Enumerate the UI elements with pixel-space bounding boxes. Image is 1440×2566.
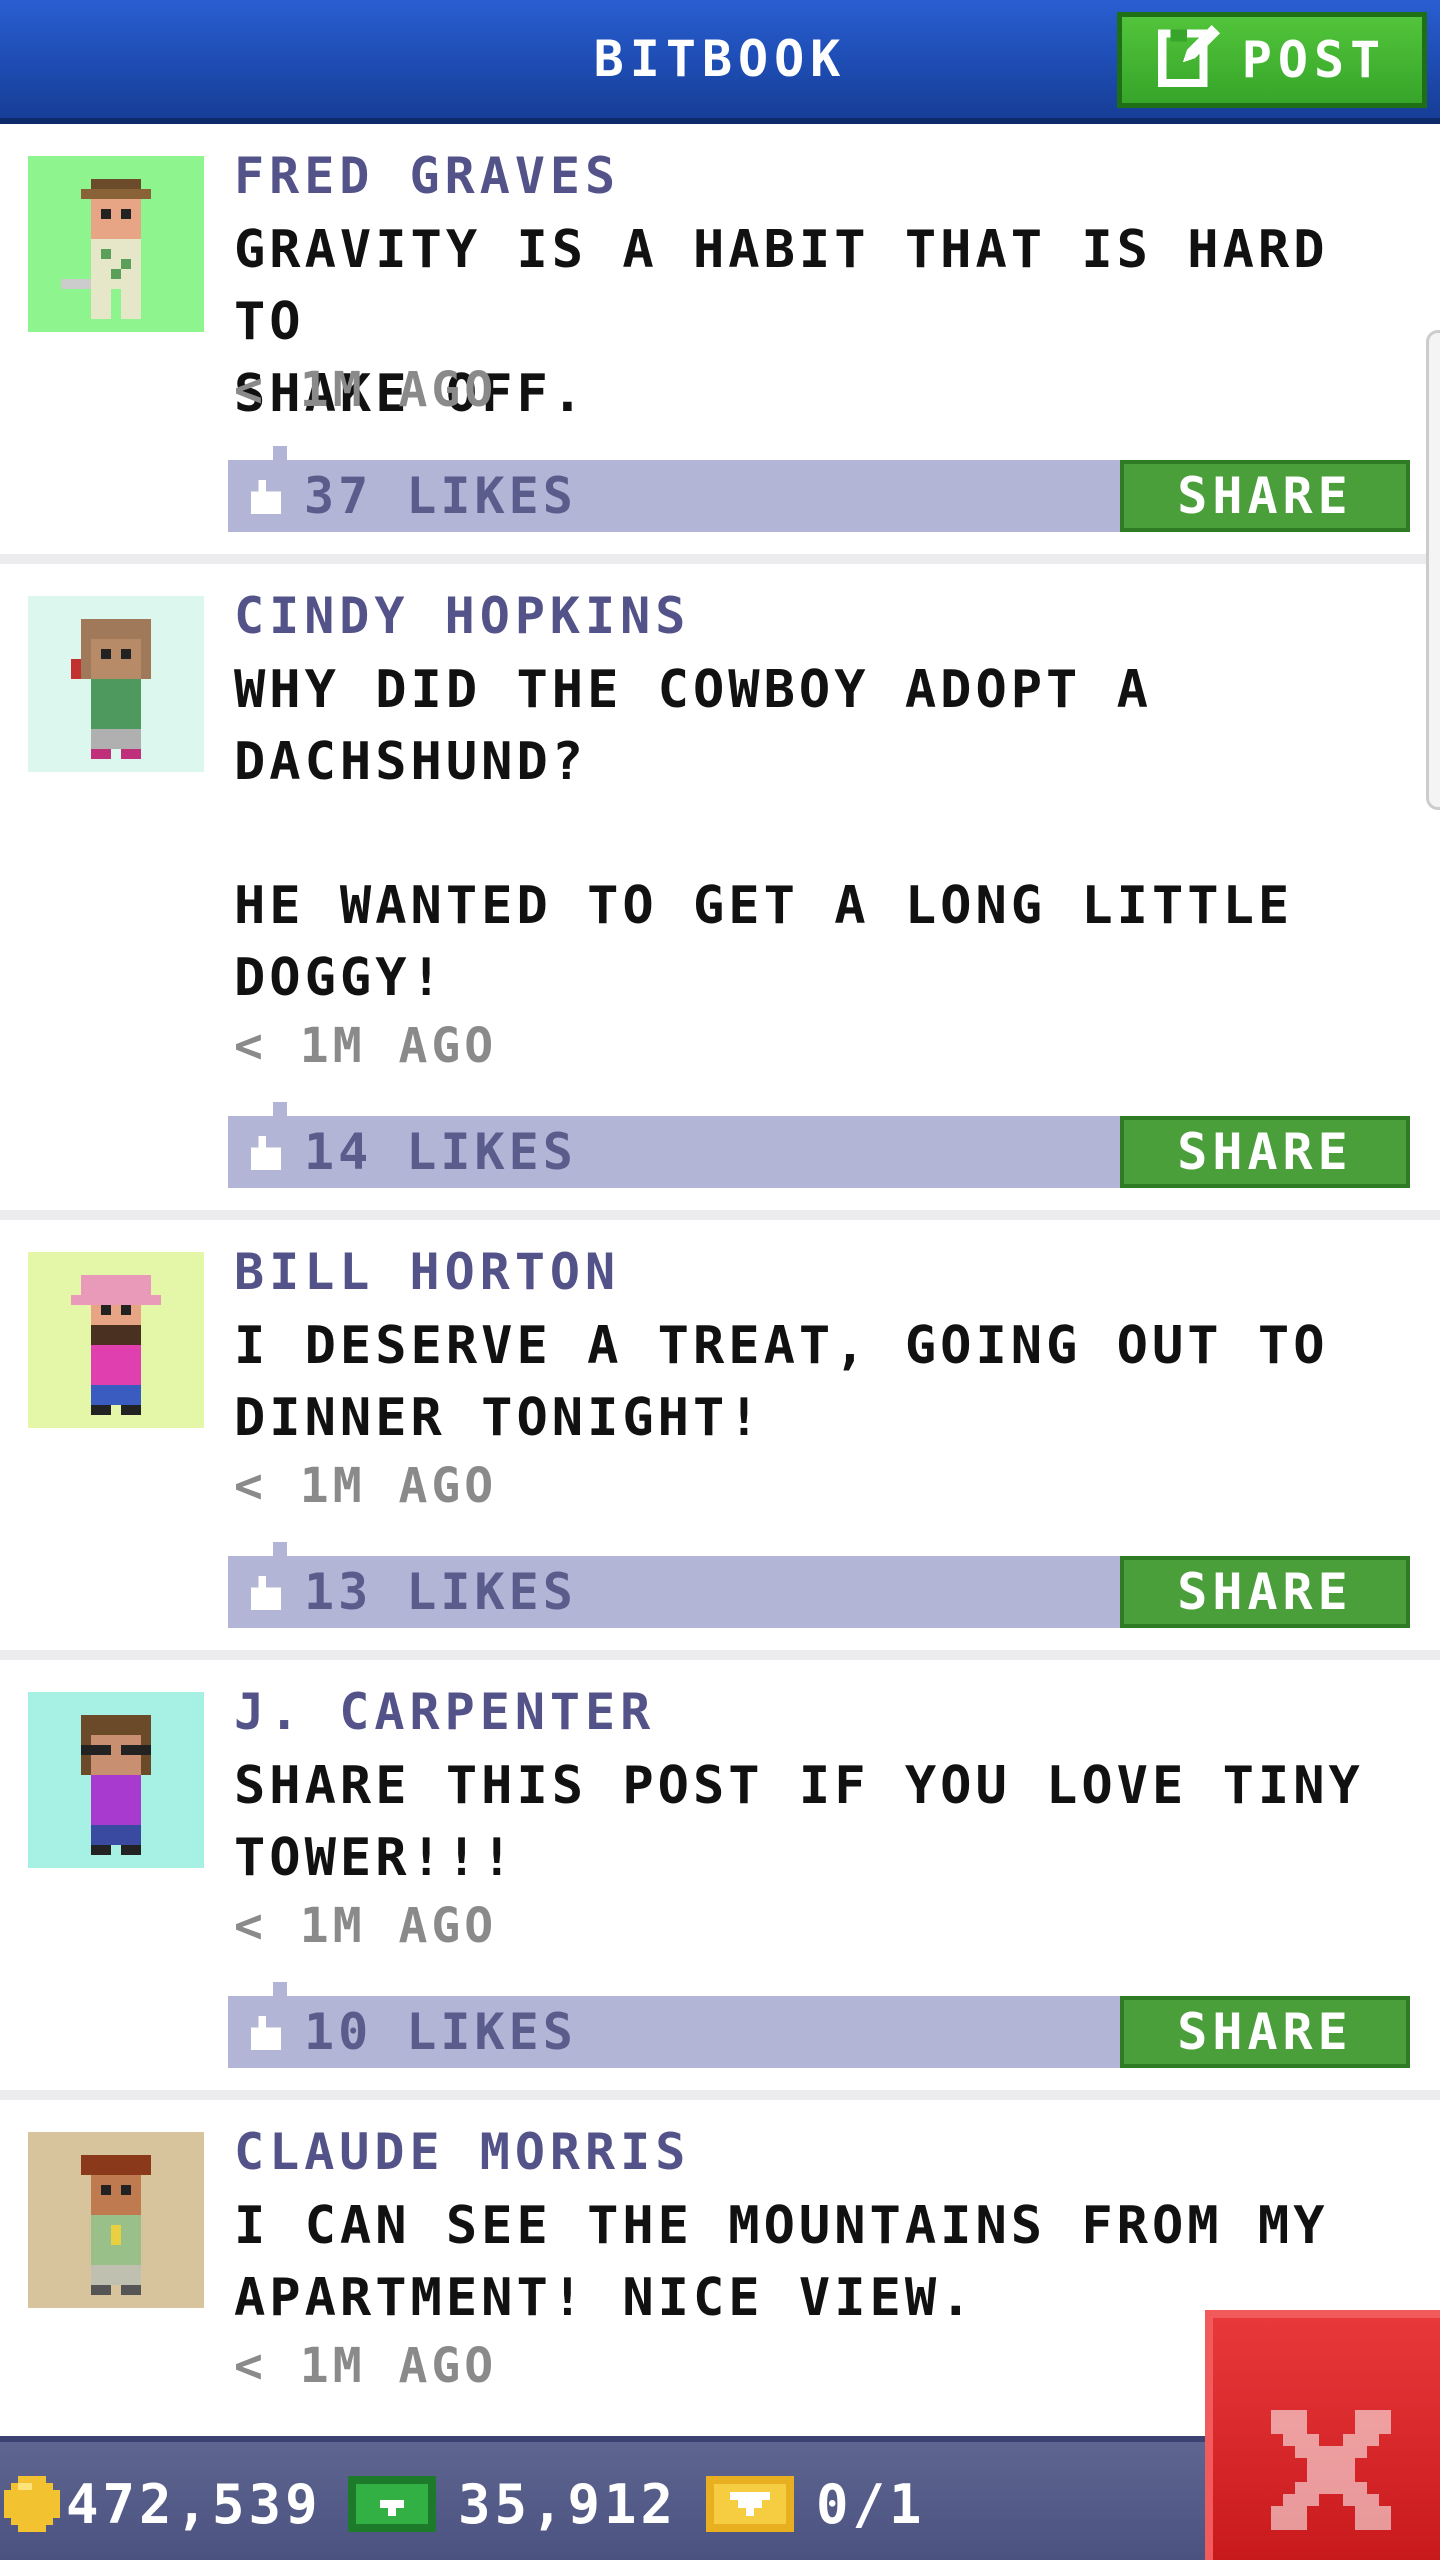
post-message: WHY DID THE COWBOY ADOPT A DACHSHUND? HE… (234, 660, 1294, 1008)
coin-icon (4, 2476, 60, 2532)
divider (0, 1650, 1440, 1660)
post-author[interactable]: CINDY HOPKINS (234, 586, 690, 646)
likes-bar: 37 LIKES SHARE (228, 446, 1410, 532)
like-icon[interactable] (246, 480, 286, 514)
post-time: < 1M AGO (234, 362, 498, 418)
avatar (28, 596, 204, 772)
coins-stat: 472,539 (4, 2442, 322, 2566)
edit-icon (1157, 21, 1224, 99)
scrollbar[interactable] (1426, 330, 1440, 810)
bux-icon (348, 2476, 436, 2532)
post-time: < 1M AGO (234, 2338, 498, 2394)
avatar (28, 1692, 204, 1868)
likes-count: 13 LIKES (304, 1563, 577, 1621)
post-button-label: POST (1241, 31, 1387, 89)
likes-bar: 13 LIKES SHARE (228, 1542, 1410, 1628)
post-message: I DESERVE A TREAT, GOING OUT TO DINNER T… (234, 1316, 1329, 1448)
post-time: < 1M AGO (234, 1018, 498, 1074)
divider (0, 554, 1440, 564)
post-author[interactable]: FRED GRAVES (234, 146, 620, 206)
man-cap-avatar-icon (71, 1275, 161, 1415)
divider (0, 2090, 1440, 2100)
golfer-avatar-icon (61, 179, 151, 319)
post-author[interactable]: CLAUDE MORRIS (234, 2122, 690, 2182)
woman-avatar-icon (71, 619, 151, 759)
likes-count: 37 LIKES (304, 467, 577, 525)
close-icon (1271, 2410, 1391, 2530)
close-button[interactable] (1205, 2310, 1440, 2560)
post-message: SHARE THIS POST IF YOU LOVE TINY TOWER!!… (234, 1756, 1364, 1888)
avatar (28, 156, 204, 332)
top-bar: BITBOOK POST (0, 0, 1440, 124)
post-time: < 1M AGO (234, 1458, 498, 1514)
post-time: < 1M AGO (234, 1898, 498, 1954)
woman-glasses-avatar-icon (81, 1715, 151, 1855)
share-button[interactable]: SHARE (1120, 1556, 1410, 1628)
share-button[interactable]: SHARE (1120, 1996, 1410, 2068)
avatar (28, 1252, 204, 1428)
like-icon[interactable] (246, 2016, 286, 2050)
like-icon[interactable] (246, 1136, 286, 1170)
likes-bar: 10 LIKES SHARE (228, 1982, 1410, 2068)
share-button[interactable]: SHARE (1120, 460, 1410, 532)
likes-count: 14 LIKES (304, 1123, 577, 1181)
avatar (28, 2132, 204, 2308)
likes-count: 10 LIKES (304, 2003, 577, 2061)
tickets-stat: 0/1 (706, 2442, 926, 2566)
bux-value: 35,912 (458, 2472, 678, 2536)
bux-stat: 35,912 (348, 2442, 677, 2566)
man-avatar-icon (81, 2155, 151, 2295)
post-author[interactable]: J. CARPENTER (234, 1682, 655, 1742)
share-button[interactable]: SHARE (1120, 1116, 1410, 1188)
ticket-icon (706, 2476, 794, 2532)
post-button[interactable]: POST (1117, 12, 1427, 108)
tickets-value: 0/1 (816, 2472, 926, 2536)
like-icon[interactable] (246, 1576, 286, 1610)
post-author[interactable]: BILL HORTON (234, 1242, 620, 1302)
likes-bar: 14 LIKES SHARE (228, 1102, 1410, 1188)
coins-value: 472,539 (66, 2472, 322, 2536)
divider (0, 1210, 1440, 1220)
